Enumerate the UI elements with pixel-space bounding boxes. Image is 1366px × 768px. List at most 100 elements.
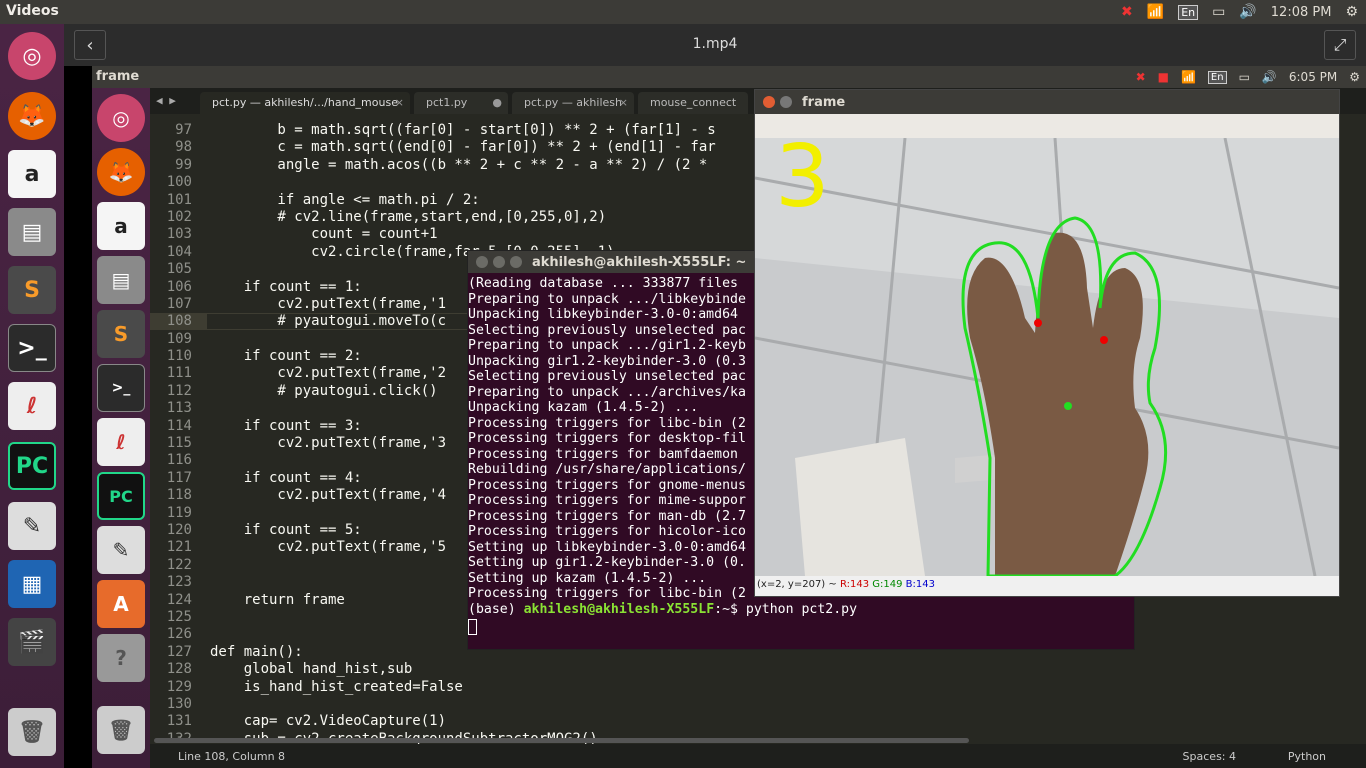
finger-count-label: 3	[775, 138, 830, 227]
terminal-line: Processing triggers for man-db (2.7	[468, 508, 746, 524]
line-number: 117	[166, 469, 192, 486]
indentation-setting: Spaces: 4	[1182, 750, 1236, 763]
line-number: 105	[166, 261, 192, 278]
terminal-line: Processing triggers for hicolor-ico	[468, 524, 746, 539]
close-icon	[763, 96, 775, 108]
terminal-line: (Reading database ... 333877 files	[468, 276, 738, 291]
app-title: Videos	[6, 3, 59, 19]
terminal-line: Processing triggers for bamfdaemon	[468, 446, 738, 462]
battery-icon: ▭	[1238, 70, 1250, 84]
help-icon: ?	[97, 634, 145, 682]
line-number: 101	[166, 191, 192, 208]
software-center-icon: A	[97, 580, 145, 628]
system-top-bar: Videos ✖ 📶 En ▭ 🔊 12:08 PM ⚙	[0, 0, 1366, 24]
trash-icon[interactable]: 🗑	[8, 708, 56, 756]
status-bar: Line 108, Column 8 Spaces: 4 Python	[150, 744, 1366, 768]
code-line: cap= cv2.VideoCapture(1)	[210, 713, 447, 730]
launcher: ◎ 🦊 a ▤ S >_ ℓ PC ✎ ▦ 🎬 🗑	[0, 24, 64, 768]
terminal-line: Processing triggers for desktop-fil	[468, 431, 746, 446]
tab-pct-hand-mouse: pct.py — akhilesh/.../hand_mouse ×	[200, 92, 410, 114]
line-number: 126	[166, 626, 192, 643]
terminal-line: Preparing to unpack .../gir1.2-keyb	[468, 338, 746, 353]
sublime-text-icon[interactable]: S	[8, 266, 56, 314]
firefox-icon[interactable]: 🦊	[8, 92, 56, 140]
pixel-info-readout: (x=2, y=207) ~ R:143 G:149 B:143	[757, 579, 935, 590]
terminal-title: akhilesh@akhilesh-X555LF: ~	[532, 254, 747, 270]
minimize-icon	[780, 96, 792, 108]
system-tray: ✖ 📶 En ▭ 🔊 12:08 PM ⚙	[1121, 0, 1366, 24]
video-title: 1.mp4	[692, 36, 738, 52]
clock[interactable]: 12:08 PM	[1271, 5, 1332, 20]
line-number: 103	[166, 226, 192, 243]
line-number: 99	[175, 156, 192, 173]
wifi-icon[interactable]: 📶	[1147, 4, 1164, 20]
line-number: 122	[166, 556, 192, 573]
terminal-line: Processing triggers for mime-suppor	[468, 493, 746, 508]
trash-icon: 🗑	[97, 706, 145, 754]
terminal-line: Processing triggers for gnome-menus	[468, 477, 746, 493]
tab-pct-akhilesh: pct.py — akhilesh ×	[511, 92, 634, 114]
recording-icon[interactable]: ✖	[1121, 4, 1133, 20]
line-number: 128	[166, 661, 192, 678]
keyboard-layout-indicator[interactable]: En	[1178, 4, 1199, 20]
line-number: 97	[175, 122, 192, 138]
terminal-line: Rebuilding /usr/share/applications/	[468, 462, 746, 477]
writer-icon[interactable]: ▦	[8, 560, 56, 608]
volume-icon: 🔊	[1261, 70, 1277, 84]
amazon-icon[interactable]: a	[8, 150, 56, 198]
document-viewer-icon[interactable]: ℓ	[8, 382, 56, 430]
ubuntu-dash-icon: ◎	[97, 94, 145, 142]
line-number: 130	[166, 695, 192, 712]
recorded-top-bar: frame ✖ ■ 📶 En ▭ 🔊 6:05 PM ⚙	[92, 66, 1366, 88]
line-number: 100	[166, 174, 192, 191]
terminal-icon[interactable]: >_	[8, 324, 56, 372]
line-number: 115	[166, 435, 192, 452]
line-number: 106	[166, 278, 192, 295]
horizontal-scrollbar	[154, 738, 969, 743]
terminal-line: Unpacking kazam (1.4.5-2) ...	[468, 400, 699, 415]
amazon-icon: a	[97, 202, 145, 250]
battery-icon[interactable]: ▭	[1212, 4, 1225, 20]
maximize-icon	[510, 256, 522, 268]
clock: 6:05 PM	[1288, 70, 1338, 84]
pycharm-icon[interactable]: PC	[8, 442, 56, 490]
terminal-prompt: (base) akhilesh@akhilesh-X555LF:~$ pytho…	[468, 602, 858, 617]
terminal-icon: >_	[97, 364, 145, 412]
sublime-text-icon: S	[97, 310, 145, 358]
terminal-line: Selecting previously unselected pac	[468, 369, 746, 384]
files-icon: ▤	[97, 256, 145, 304]
recorded-tray: ✖ ■ 📶 En ▭ 🔊 6:05 PM ⚙	[1136, 66, 1360, 88]
pycharm-icon: PC	[97, 472, 145, 520]
syntax-language: Python	[1287, 750, 1326, 763]
ubuntu-dash-icon[interactable]: ◎	[8, 32, 56, 80]
document-viewer-icon: ℓ	[97, 418, 145, 466]
line-number: 104	[166, 243, 192, 260]
camera-icon: ■	[1157, 70, 1169, 84]
line-number: 121	[166, 539, 192, 556]
text-editor-icon[interactable]: ✎	[8, 502, 56, 550]
line-number: 112	[166, 382, 192, 399]
camera-image	[755, 138, 1339, 576]
line-number-gutter: 97 98 99 100 101 102 103 104 105 106 107 108 109 110 1…	[150, 122, 204, 748]
camera-feed: 3	[755, 138, 1339, 576]
video-player-header: ‹ 1.mp4 ⤢	[64, 24, 1366, 66]
files-icon[interactable]: ▤	[8, 208, 56, 256]
keyboard-layout-indicator: En	[1207, 70, 1227, 84]
line-number: 114	[166, 417, 192, 434]
wifi-icon: 📶	[1180, 70, 1196, 84]
line-number: 119	[166, 504, 192, 521]
fullscreen-button[interactable]: ⤢	[1324, 30, 1356, 60]
line-number: 98	[175, 139, 192, 156]
firefox-icon: 🦊	[97, 148, 145, 196]
volume-icon[interactable]: 🔊	[1239, 4, 1256, 20]
video-editor-icon[interactable]: 🎬	[8, 618, 56, 666]
line-number: 110	[166, 348, 192, 365]
line-number: 118	[166, 487, 192, 504]
frame-title: frame	[802, 94, 846, 110]
line-number: 111	[166, 365, 192, 382]
gear-icon[interactable]: ⚙	[1345, 4, 1358, 20]
terminal-line: Unpacking libkeybinder-3.0-0:amd64	[468, 307, 738, 322]
close-icon	[476, 256, 488, 268]
recorded-launcher: ◎ 🦊 a ▤ S >_ ℓ PC ✎ A ? 🗑	[92, 88, 150, 768]
